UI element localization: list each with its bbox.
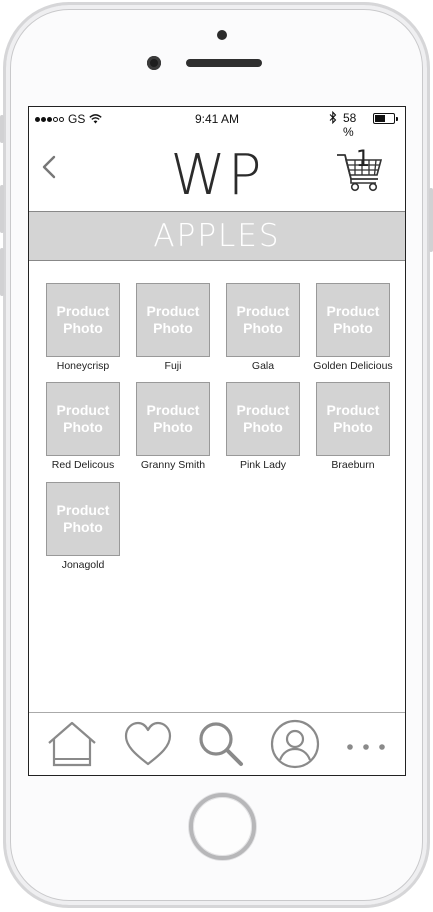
product-name: Fuji	[164, 360, 182, 372]
product-name: Granny Smith	[140, 459, 206, 471]
product-name: Jonagold	[61, 559, 105, 571]
cart-item-count: 1	[356, 147, 370, 172]
product-tile[interactable]: Product Photo Red Delicous	[38, 382, 128, 474]
product-tile[interactable]: Product Photo Granny Smith	[128, 382, 218, 474]
product-photo-placeholder: Product Photo	[136, 382, 210, 456]
product-photo-placeholder: Product Photo	[316, 382, 390, 456]
earpiece-speaker	[186, 59, 262, 67]
product-tile[interactable]: Product Photo Honeycrisp	[38, 283, 128, 375]
product-name: Gala	[251, 360, 275, 372]
product-tile[interactable]: Product Photo Gala	[218, 283, 308, 375]
product-tile[interactable]: Product Photo Jonagold	[38, 482, 128, 574]
product-photo-placeholder: Product Photo	[46, 482, 120, 556]
product-tile[interactable]: Product Photo Pink Lady	[218, 382, 308, 474]
product-tile[interactable]: Product Photo Braeburn	[308, 382, 398, 474]
bluetooth-icon	[329, 111, 337, 124]
product-name: Braeburn	[331, 459, 375, 471]
bottom-tab-bar	[29, 712, 405, 775]
product-photo-placeholder: Product Photo	[316, 283, 390, 357]
more-icon[interactable]	[343, 719, 389, 769]
product-photo-placeholder: Product Photo	[46, 382, 120, 456]
volume-down-button[interactable]	[0, 248, 4, 296]
product-name: Pink Lady	[239, 459, 287, 471]
heart-icon[interactable]	[123, 719, 173, 769]
home-icon[interactable]	[45, 719, 99, 769]
status-bar: GS 9:41 AM 58 %	[29, 107, 405, 141]
product-name: Red Delicous	[51, 459, 115, 471]
search-icon[interactable]	[196, 719, 246, 769]
mute-switch[interactable]	[0, 115, 4, 143]
home-hardware-button[interactable]	[189, 793, 256, 860]
battery-percent: 58 %	[343, 111, 357, 139]
power-button[interactable]	[429, 188, 433, 252]
product-name: Honeycrisp	[56, 360, 110, 372]
proximity-sensor	[217, 30, 227, 40]
product-name: Golden Delicious	[313, 360, 393, 372]
product-tile[interactable]: Product Photo Golden Delicious	[308, 283, 398, 375]
product-tile[interactable]: Product Photo Fuji	[128, 283, 218, 375]
category-title: APPLES	[153, 218, 281, 254]
product-photo-placeholder: Product Photo	[226, 382, 300, 456]
product-photo-placeholder: Product Photo	[136, 283, 210, 357]
battery-icon	[373, 113, 398, 124]
product-photo-placeholder: Product Photo	[226, 283, 300, 357]
app-screen: GS 9:41 AM 58 % WP 1 APPLES Product Phot…	[28, 106, 406, 776]
volume-up-button[interactable]	[0, 185, 4, 233]
category-banner: APPLES	[29, 211, 405, 261]
front-camera	[147, 56, 161, 70]
product-photo-placeholder: Product Photo	[46, 283, 120, 357]
profile-icon[interactable]	[269, 719, 321, 769]
battery-fill	[375, 115, 386, 122]
